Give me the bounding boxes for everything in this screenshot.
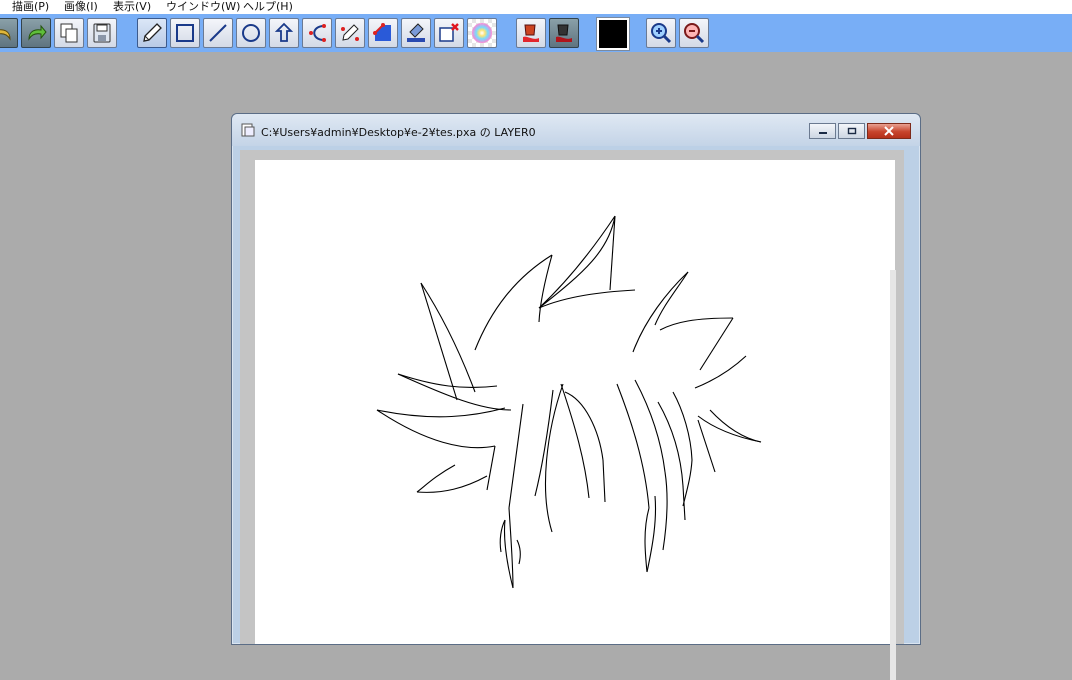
zoom-out-icon	[684, 23, 705, 44]
pen-icon	[143, 23, 162, 42]
close-button[interactable]	[867, 123, 911, 139]
vertical-scrollbar[interactable]	[890, 270, 896, 680]
zoom-in-icon	[651, 23, 672, 44]
redo-icon	[28, 24, 47, 41]
polygon-tool-button[interactable]	[269, 18, 299, 48]
ellipse-icon	[242, 24, 260, 42]
menu-view[interactable]: 表示(V)	[113, 0, 151, 13]
menu-help[interactable]: ヘルプ(H)	[243, 0, 293, 13]
document-title-bar[interactable]: C:¥Users¥admin¥Desktop¥e-2¥tes.pxa の LAY…	[232, 114, 920, 146]
paint-bucket-dark-icon	[556, 24, 572, 42]
fill-area-icon	[373, 23, 391, 41]
ellipse-tool-button[interactable]	[236, 18, 266, 48]
toolbar	[0, 14, 1072, 52]
zoom-out-button[interactable]	[679, 18, 709, 48]
transparency-icon	[472, 23, 492, 43]
fill-area-tool-button[interactable]	[368, 18, 398, 48]
copy-icon	[60, 23, 78, 43]
maximize-button[interactable]	[838, 123, 865, 139]
pen-tool-button[interactable]	[137, 18, 167, 48]
current-color-swatch[interactable]	[596, 17, 630, 51]
new-layer-tool-button[interactable]	[434, 18, 464, 48]
document-icon	[241, 123, 255, 137]
document-window: C:¥Users¥admin¥Desktop¥e-2¥tes.pxa の LAY…	[231, 113, 921, 680]
stamp-icon	[407, 23, 425, 42]
undo-button[interactable]	[0, 18, 18, 48]
pen-curve-tool-button[interactable]	[335, 18, 365, 48]
menu-bar: 描画(P) 画像(I) 表示(V) ウインドウ(W) ヘルプ(H)	[0, 0, 1072, 14]
copy-button[interactable]	[54, 18, 84, 48]
window-controls	[809, 123, 911, 141]
paint-bucket-dark-button[interactable]	[549, 18, 579, 48]
minimize-icon	[818, 132, 827, 134]
drawing-canvas[interactable]	[255, 160, 895, 644]
stamp-tool-button[interactable]	[401, 18, 431, 48]
rectangle-icon	[176, 24, 194, 42]
line-tool-button[interactable]	[203, 18, 233, 48]
pen-curve-icon	[341, 24, 359, 41]
paint-bucket-red-button[interactable]	[516, 18, 546, 48]
polygon-icon	[274, 22, 294, 42]
maximize-icon	[847, 127, 856, 135]
transparency-tool-button[interactable]	[467, 18, 497, 48]
paint-bucket-red-icon	[523, 24, 539, 42]
save-button[interactable]	[87, 18, 117, 48]
line-icon	[209, 24, 227, 42]
minimize-button[interactable]	[809, 123, 836, 139]
document-client-area	[240, 150, 904, 680]
curve-icon	[309, 24, 326, 42]
hair-line-drawing	[376, 215, 762, 589]
menu-image[interactable]: 画像(I)	[64, 0, 98, 13]
document-title: C:¥Users¥admin¥Desktop¥e-2¥tes.pxa の LAY…	[261, 126, 536, 139]
undo-icon	[0, 29, 11, 41]
menu-window[interactable]: ウインドウ(W)	[166, 0, 240, 13]
redo-button[interactable]	[21, 18, 51, 48]
new-layer-icon	[439, 23, 459, 42]
save-icon	[93, 23, 111, 43]
close-icon	[884, 126, 894, 136]
zoom-in-button[interactable]	[646, 18, 676, 48]
curve-tool-button[interactable]	[302, 18, 332, 48]
menu-draw[interactable]: 描画(P)	[12, 0, 49, 13]
rectangle-tool-button[interactable]	[170, 18, 200, 48]
